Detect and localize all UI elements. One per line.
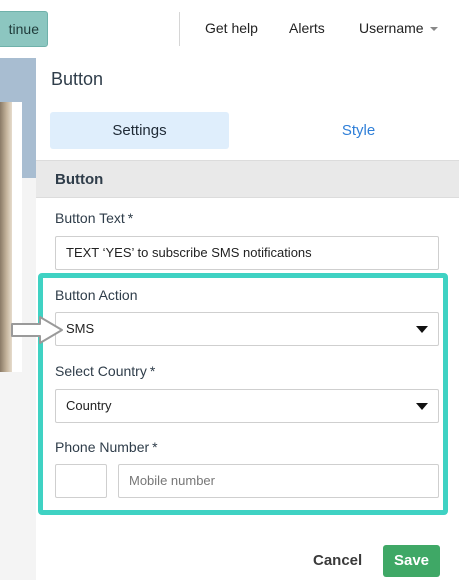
- topbar-divider: [179, 12, 180, 46]
- save-button[interactable]: Save: [383, 545, 440, 577]
- button-text-label: Button Text *: [55, 210, 133, 226]
- top-bar: tinue Get help Alerts Username: [0, 0, 459, 59]
- button-text-label-text: Button Text: [55, 210, 125, 226]
- alerts-link[interactable]: Alerts: [289, 20, 325, 36]
- pointer-arrow-icon: [11, 316, 63, 344]
- continue-button[interactable]: tinue: [0, 11, 48, 47]
- username-menu[interactable]: Username: [359, 20, 438, 36]
- panel-title: Button: [51, 69, 104, 89]
- caret-down-icon: [429, 27, 438, 32]
- button-text-input[interactable]: TEXT ‘YES’ to subscribe SMS notification…: [55, 236, 439, 270]
- highlight-frame: [38, 273, 448, 515]
- username-label: Username: [359, 20, 424, 36]
- tab-style[interactable]: Style: [286, 112, 431, 149]
- get-help-link[interactable]: Get help: [205, 20, 258, 36]
- tab-settings[interactable]: Settings: [50, 112, 229, 149]
- section-header: Button: [36, 160, 459, 198]
- section-title: Button: [55, 171, 104, 188]
- required-mark: *: [127, 210, 134, 226]
- cancel-button[interactable]: Cancel: [313, 552, 362, 569]
